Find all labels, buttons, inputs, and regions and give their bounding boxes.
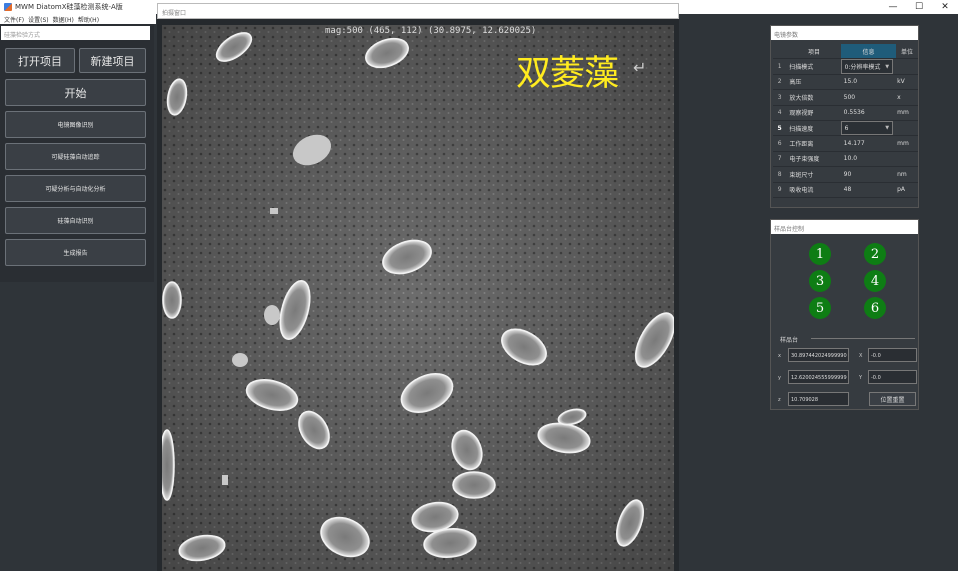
scan-mode-select[interactable]: 0:分辨率模式 ▼ (840, 59, 894, 74)
new-project-button[interactable]: 新建项目 (79, 48, 146, 73)
enter-icon: ↵ (633, 58, 647, 77)
y-position-field[interactable]: 12.620024555999999 (788, 370, 849, 384)
table-row[interactable]: 4 观察视野 0.5536 mm (773, 106, 918, 121)
stage-section-label: 样品台 (780, 337, 799, 344)
chevron-down-icon: ▼ (885, 125, 890, 132)
table-row[interactable]: 1 扫描模式 0:分辨率模式 ▼ (773, 59, 918, 75)
window-controls: — ☐ ✕ (880, 0, 958, 14)
sem-image[interactable] (162, 25, 674, 571)
position-reset-button[interactable]: 位置重置 (869, 392, 916, 406)
sem-image-recognition-button[interactable]: 电镜图像识别 (5, 111, 146, 138)
x-delta-field[interactable]: -0.0 (868, 348, 917, 362)
auto-track-button[interactable]: 可疑硅藻自动追踪 (5, 143, 146, 170)
auto-identify-button[interactable]: 硅藻自动识别 (5, 207, 146, 234)
menu-bar: 文件(F) 设置(S) 数据(H) 帮助(H) (0, 14, 156, 24)
position-5-button[interactable]: 5 (809, 297, 831, 319)
header-unit: 单位 (900, 48, 913, 56)
table-row[interactable]: 3 放大倍数 500 x (773, 90, 918, 106)
window-title: MWM DiatomX硅藻检测系统-A版 (15, 3, 123, 11)
close-button[interactable]: ✕ (932, 0, 958, 14)
position-1-button[interactable]: 1 (809, 243, 831, 265)
sem-params-panel: 电镜参数 项目 信息 单位 1 扫描模式 0:分辨率模式 ▼ 2 高压 15.0 … (770, 25, 919, 208)
maximize-button[interactable]: ☐ (906, 0, 932, 14)
method-search-input[interactable]: 硅藻检验方式 (1, 26, 150, 40)
magnification-readout: mag:500 (465, 112) (30.8975, 12.620025) (325, 26, 537, 36)
position-3-button[interactable]: 3 (809, 270, 831, 292)
table-row[interactable]: 9 吸收电流 48 pA (773, 183, 918, 198)
header-item: 项目 (807, 48, 820, 56)
position-2-button[interactable]: 2 (864, 243, 886, 265)
image-panel-header: 拍摄窗口 (157, 3, 679, 19)
auto-analysis-button[interactable]: 可疑分析与自动化分析 (5, 175, 146, 202)
scan-speed-select[interactable]: 6 ▼ (840, 120, 894, 136)
params-title: 电镜参数 (771, 26, 918, 40)
table-header: 项目 信息 单位 (773, 44, 918, 60)
x-label: x (778, 353, 781, 359)
menu-help[interactable]: 帮助(H) (78, 15, 99, 24)
app-logo-icon (4, 3, 12, 11)
generate-report-button[interactable]: 生成报告 (5, 239, 146, 266)
open-project-button[interactable]: 打开项目 (5, 48, 75, 73)
table-row[interactable]: 8 束斑尺寸 90 nm (773, 167, 918, 183)
table-row[interactable]: 7 电子束强度 10.0 (773, 152, 918, 168)
start-button[interactable]: 开始 (5, 79, 146, 106)
minimize-button[interactable]: — (880, 0, 906, 14)
menu-settings[interactable]: 设置(S) (28, 15, 49, 24)
y-label: y (778, 375, 781, 381)
z-position-field[interactable]: 10.709028 (788, 392, 849, 406)
table-row[interactable]: 6 工作距离 14.177 mm (773, 136, 918, 152)
y-delta-field[interactable]: -0.0 (868, 370, 917, 384)
position-6-button[interactable]: 6 (864, 297, 886, 319)
stage-control-panel: 样品台控制 1 2 3 4 5 6 样品台 x 30.8974420249999… (770, 219, 919, 410)
menu-data[interactable]: 数据(H) (53, 15, 74, 24)
section-divider (811, 338, 915, 339)
table-row[interactable]: 5 扫描速度 6 ▼ (773, 120, 918, 137)
species-label: 双菱藻 (516, 54, 619, 94)
left-panel: 硅藻检验方式 打开项目 新建项目 开始 电镜图像识别 可疑硅藻自动追踪 可疑分析… (0, 24, 154, 282)
x-position-field[interactable]: 30.897442024999990 (788, 348, 849, 362)
position-4-button[interactable]: 4 (864, 270, 886, 292)
params-table: 项目 信息 单位 1 扫描模式 0:分辨率模式 ▼ 2 高压 15.0 kV 3 … (773, 44, 918, 198)
header-info: 信息 (841, 44, 896, 59)
stage-title: 样品台控制 (771, 220, 918, 234)
menu-file[interactable]: 文件(F) (4, 15, 24, 24)
chevron-down-icon: ▼ (885, 63, 890, 70)
z-label: z (778, 397, 781, 403)
x-delta-label: X (859, 353, 863, 359)
y-delta-label: Y (859, 375, 863, 381)
table-row[interactable]: 2 高压 15.0 kV (773, 75, 918, 91)
